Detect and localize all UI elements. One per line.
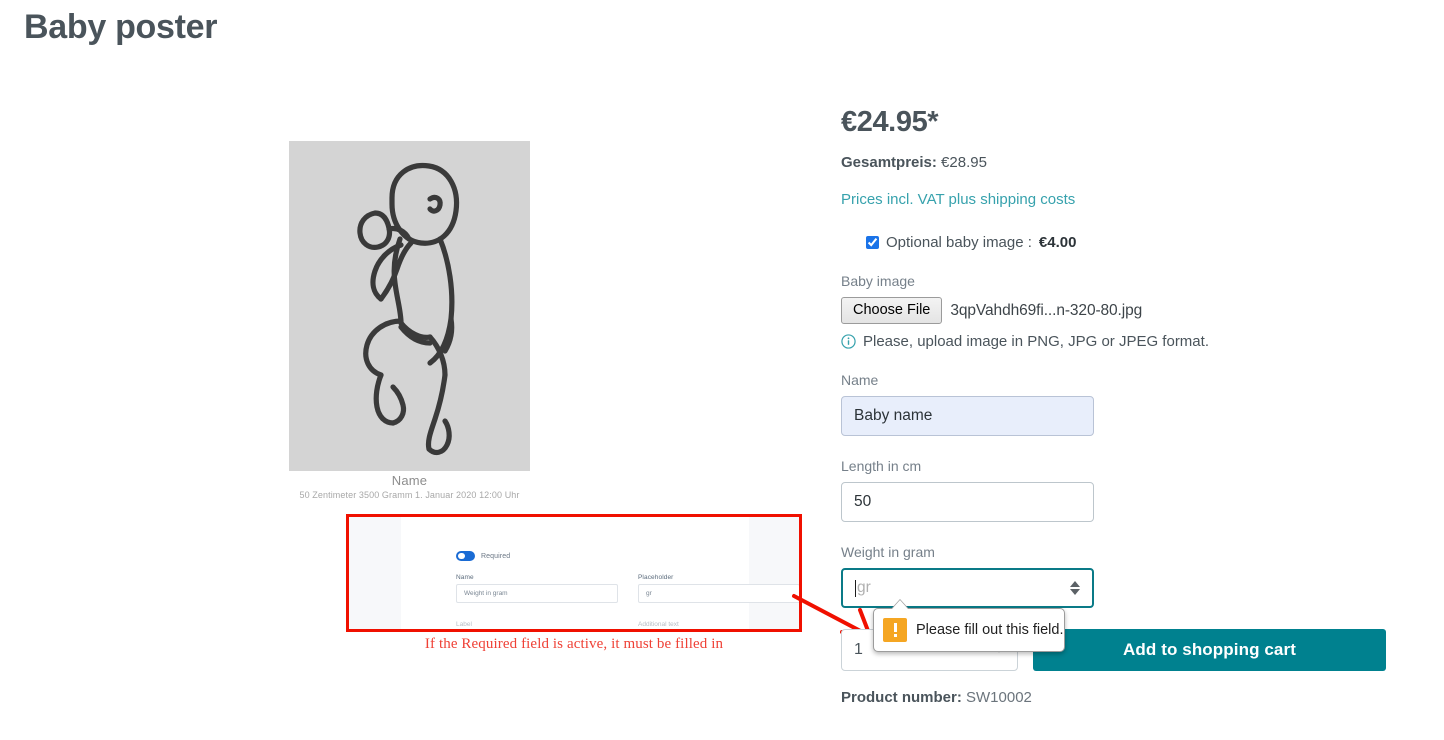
name-field: Name Baby name (841, 370, 1386, 436)
product-number-value: SW10002 (966, 689, 1032, 706)
length-input[interactable]: 50 (841, 482, 1094, 522)
optional-baby-image-option[interactable]: Optional baby image : €4.00 (841, 234, 1386, 251)
inset-partial-right: Additional text (638, 621, 679, 628)
inset-partial-left: Label (456, 621, 472, 628)
text-caret (855, 579, 856, 597)
number-spinner-icon[interactable] (1070, 581, 1080, 595)
length-field: Length in cm 50 (841, 456, 1386, 522)
inset-background: Required Name Weight in gram Placeholder… (349, 517, 799, 629)
optional-baby-image-checkbox[interactable] (866, 236, 879, 249)
baby-image-field: Baby image Choose File 3qpVahdh69fi...n-… (841, 271, 1386, 350)
weight-field-label: Weight in gram (841, 544, 935, 560)
quantity-value: 1 (854, 641, 863, 658)
info-circle-icon (841, 334, 856, 349)
selected-file-name: 3qpVahdh69fi...n-320-80.jpg (950, 301, 1143, 319)
inset-admin-card: Required Name Weight in gram Placeholder… (401, 517, 799, 629)
weight-input[interactable]: gr (841, 568, 1094, 608)
warning-icon (883, 618, 907, 642)
upload-hint-text: Please, upload image in PNG, JPG or JPEG… (863, 333, 1209, 350)
total-price-label: Gesamtpreis: (841, 154, 937, 171)
poster-caption-name: Name (391, 473, 428, 488)
poster-canvas (289, 141, 530, 471)
optional-baby-image-price: €4.00 (1038, 234, 1077, 251)
page-title: Baby poster (24, 8, 218, 46)
inset-field-row: Name Weight in gram Placeholder gr (456, 574, 799, 603)
poster-caption: Name 50 Zentimeter 3500 Gramm 1. Januar … (289, 473, 530, 502)
annotation-inset-screenshot: Required Name Weight in gram Placeholder… (346, 514, 802, 632)
inset-name-input[interactable]: Weight in gram (456, 584, 618, 603)
inset-placeholder-input[interactable]: gr (638, 584, 799, 603)
baby-image-label: Baby image (841, 273, 915, 289)
inset-name-field: Name Weight in gram (456, 574, 618, 603)
validation-tooltip: Please fill out this field. (873, 608, 1065, 652)
upload-hint: Please, upload image in PNG, JPG or JPEG… (841, 333, 1386, 350)
product-number: Product number: SW10002 (841, 689, 1032, 706)
inset-placeholder-field: Placeholder gr (638, 574, 799, 603)
length-field-label: Length in cm (841, 458, 922, 474)
spinner-down-icon[interactable] (1070, 589, 1080, 595)
baby-line-drawing-icon (357, 162, 460, 456)
total-price-value: €28.95 (941, 154, 987, 171)
weight-field: Weight in gram gr (841, 542, 1386, 608)
toggle-switch-icon[interactable] (456, 551, 475, 561)
inset-required-toggle[interactable]: Required (456, 551, 510, 561)
weight-input-placeholder: gr (857, 579, 871, 596)
inset-partial-row: Label Additional text (456, 621, 799, 629)
spinner-up-icon[interactable] (1070, 581, 1080, 587)
inset-placeholder-label: Placeholder (638, 574, 674, 581)
poster-caption-meta: 50 Zentimeter 3500 Gramm 1. Januar 2020 … (299, 490, 520, 500)
name-input[interactable]: Baby name (841, 396, 1094, 436)
add-to-cart-button[interactable]: Add to shopping cart (1033, 629, 1386, 671)
inset-name-label: Name (456, 574, 474, 581)
annotation-caption: If the Required field is active, it must… (424, 636, 724, 652)
product-buy-box: €24.95* Gesamtpreis: €28.95 Prices incl.… (841, 104, 1386, 608)
name-field-label: Name (841, 372, 879, 388)
product-image-preview[interactable]: Name 50 Zentimeter 3500 Gramm 1. Januar … (289, 141, 530, 500)
file-input-row[interactable]: Choose File 3qpVahdh69fi...n-320-80.jpg (841, 297, 1386, 324)
vat-shipping-link[interactable]: Prices incl. VAT plus shipping costs (841, 190, 1075, 210)
inset-required-label: Required (481, 552, 511, 560)
product-price: €24.95* (841, 106, 939, 138)
product-total-price: Gesamtpreis: €28.95 (841, 152, 1386, 174)
product-number-label: Product number: (841, 689, 962, 706)
choose-file-button[interactable]: Choose File (841, 297, 943, 324)
validation-message: Please fill out this field. (916, 622, 1064, 638)
optional-baby-image-label: Optional baby image : (886, 234, 1032, 251)
poster-backdrop (0, 340, 275, 500)
